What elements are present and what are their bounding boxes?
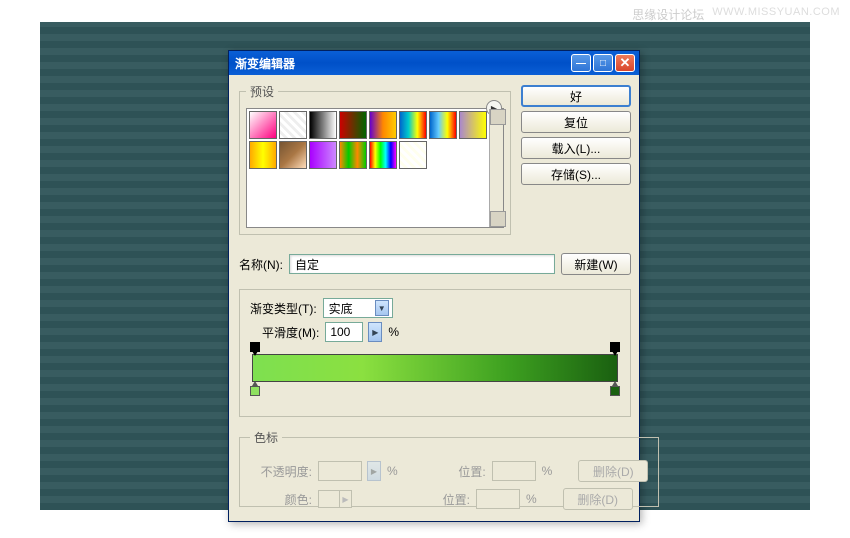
titlebar-buttons: — □ ✕ (571, 54, 635, 72)
preset-swatch[interactable] (399, 141, 427, 169)
preset-swatch[interactable] (249, 141, 277, 169)
preset-swatch[interactable] (369, 141, 397, 169)
gradient-editor-dialog: 渐变编辑器 — □ ✕ 预设 ▶ (228, 50, 640, 522)
opacity-stop-right[interactable] (610, 342, 620, 354)
load-button[interactable]: 载入(L)... (521, 137, 631, 159)
gradient-bar-wrap (250, 354, 620, 382)
color-label: 颜色: (250, 491, 312, 508)
stop-color-swatch: ▶ (318, 490, 352, 508)
smoothness-input[interactable] (325, 322, 363, 342)
ok-button[interactable]: 好 (521, 85, 631, 107)
dialog-title: 渐变编辑器 (235, 55, 295, 72)
gradient-type-value: 实底 (329, 300, 353, 317)
color-position-input (476, 489, 520, 509)
preset-swatch[interactable] (429, 111, 457, 139)
presets-group: 预设 ▶ (239, 83, 511, 235)
opacity-input (318, 461, 362, 481)
watermark: 思缘设计论坛 WWW.MISSYUAN.COM (632, 6, 840, 23)
gradient-type-label: 渐变类型(T): (250, 300, 317, 317)
preset-swatch[interactable] (279, 141, 307, 169)
position-label: 位置: (424, 463, 486, 480)
preset-swatch[interactable] (309, 111, 337, 139)
percent-label: % (542, 464, 553, 478)
preset-swatch[interactable] (309, 141, 337, 169)
percent-label: % (388, 325, 399, 339)
gradient-type-select[interactable]: 实底 ▼ (323, 298, 393, 318)
color-stop-left[interactable] (250, 384, 260, 396)
spinner-arrow-icon: ▶ (367, 461, 381, 481)
preset-swatch[interactable] (279, 111, 307, 139)
smoothness-label: 平滑度(M): (262, 324, 319, 341)
color-stop-right[interactable] (610, 384, 620, 396)
preset-swatch[interactable] (399, 111, 427, 139)
percent-label: % (526, 492, 537, 506)
opacity-label: 不透明度: (250, 463, 312, 480)
delete-color-stop-button: 删除(D) (563, 488, 633, 510)
minimize-button[interactable]: — (571, 54, 591, 72)
dialog-body: 预设 ▶ (229, 75, 639, 521)
save-button[interactable]: 存储(S)... (521, 163, 631, 185)
new-button[interactable]: 新建(W) (561, 253, 631, 275)
name-row: 名称(N): 新建(W) (239, 253, 631, 275)
preset-swatch[interactable] (369, 111, 397, 139)
gradient-preview-bar[interactable] (252, 354, 618, 382)
preset-swatch[interactable] (459, 111, 487, 139)
preset-swatch[interactable] (339, 111, 367, 139)
titlebar[interactable]: 渐变编辑器 — □ ✕ (229, 51, 639, 75)
presets-scrollbar[interactable] (489, 109, 503, 227)
side-buttons: 好 复位 载入(L)... 存储(S)... (521, 85, 631, 185)
maximize-button[interactable]: □ (593, 54, 613, 72)
percent-label: % (387, 464, 398, 478)
preset-swatch[interactable] (339, 141, 367, 169)
cancel-button[interactable]: 复位 (521, 111, 631, 133)
opacity-position-input (492, 461, 536, 481)
delete-opacity-stop-button: 删除(D) (578, 460, 648, 482)
position-label: 位置: (408, 491, 470, 508)
presets-list (246, 108, 504, 228)
presets-legend: 预设 (246, 83, 278, 100)
gradient-editor-group: 渐变类型(T): 实底 ▼ 平滑度(M): ▶ % (239, 289, 631, 417)
preset-swatch[interactable] (249, 111, 277, 139)
chevron-down-icon: ▼ (375, 300, 389, 316)
stops-legend: 色标 (250, 429, 282, 446)
opacity-stop-left[interactable] (250, 342, 260, 354)
spinner-arrow-icon[interactable]: ▶ (368, 322, 382, 342)
watermark-url: WWW.MISSYUAN.COM (712, 6, 840, 23)
name-input[interactable] (289, 254, 555, 274)
color-stops-group: 色标 不透明度: ▶ % 位置: % 删除(D) 颜色: ▶ 位置: % 删除(… (239, 429, 659, 507)
watermark-site: 思缘设计论坛 (632, 6, 704, 23)
name-label: 名称(N): (239, 256, 283, 273)
close-button[interactable]: ✕ (615, 54, 635, 72)
